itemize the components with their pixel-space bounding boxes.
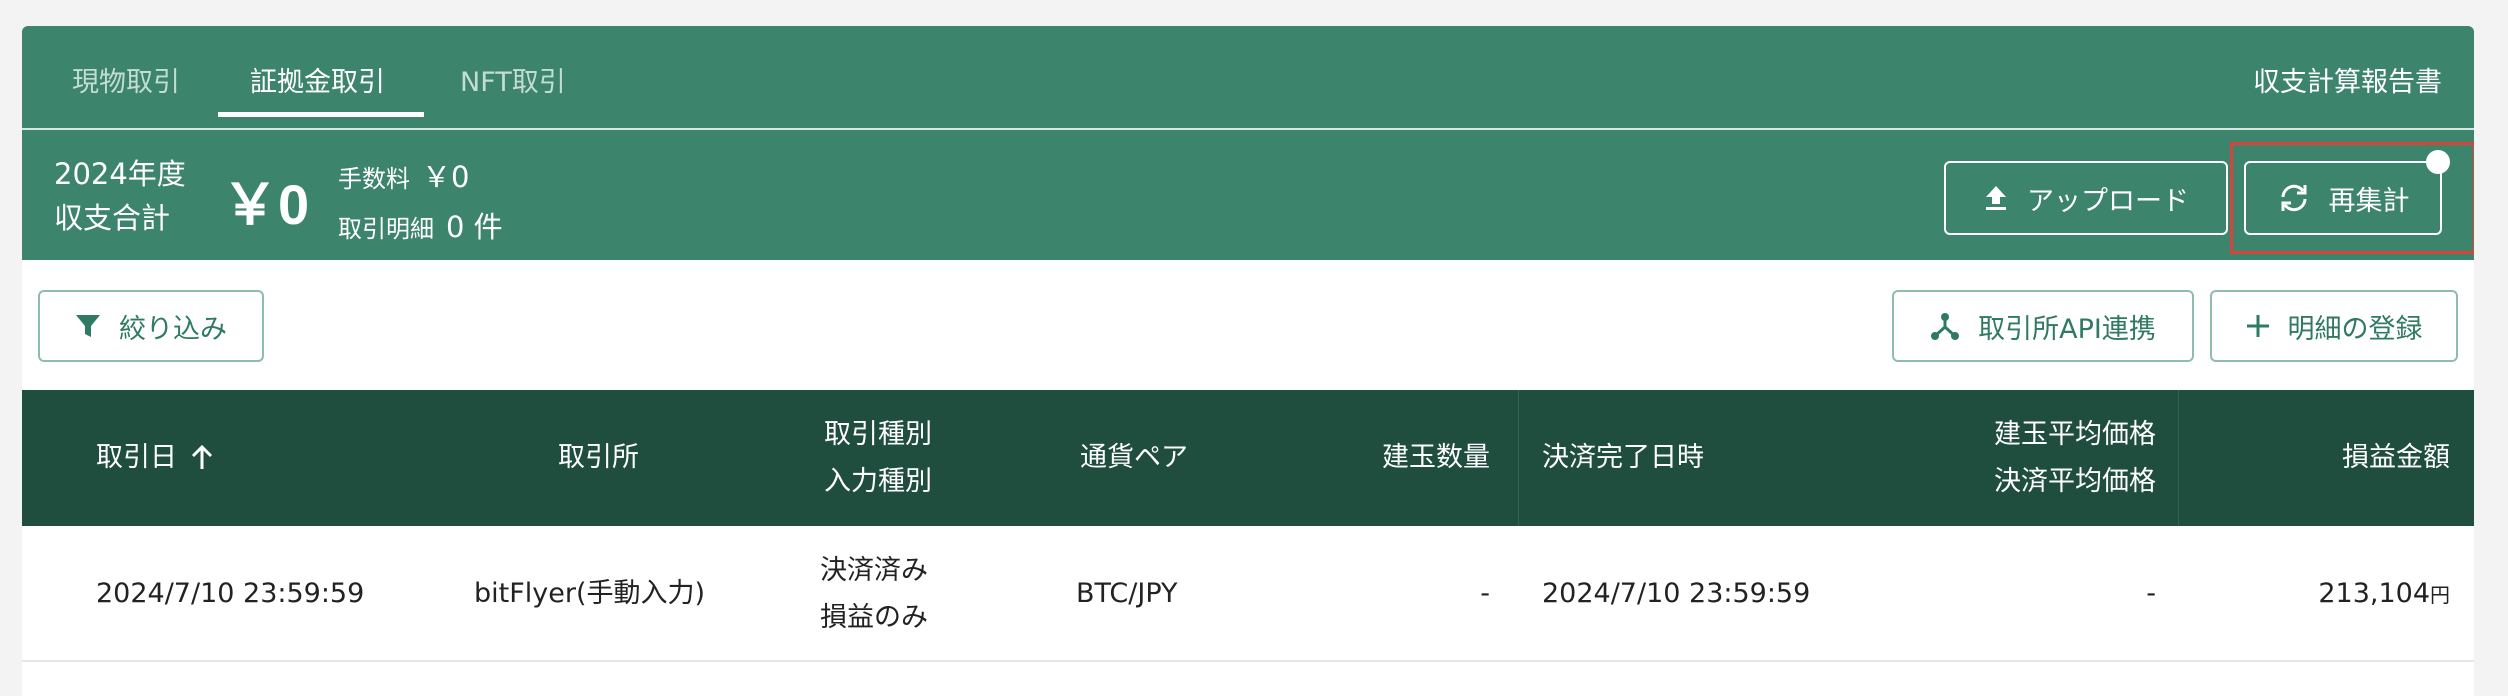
pnl-unit: 円 (2430, 583, 2450, 607)
column-header-price: 建玉平均価格 決済平均価格 (1994, 411, 2156, 505)
plus-icon (2246, 314, 2270, 338)
column-header-pair: 通貨ペア (1080, 442, 1188, 473)
column-avg-settle-price-label: 決済平均価格 (1994, 466, 2156, 497)
active-tab-indicator (218, 112, 424, 117)
fee-label: 手数料 (338, 165, 410, 193)
filter-button[interactable]: 絞り込み (38, 290, 264, 362)
column-header-pnl: 損益金額 (2342, 442, 2450, 473)
year-label: 2024年度 (54, 157, 186, 191)
column-type-label: 取引種別 (824, 419, 932, 450)
cell-type: 決済済み 損益のみ (820, 547, 928, 641)
count-summary: 取引明細 0 件 (338, 204, 503, 246)
column-header-settled: 決済完了日時 (1542, 442, 1704, 473)
column-avg-open-price-label: 建玉平均価格 (1994, 419, 2156, 450)
exchange-api-button[interactable]: 取引所API連携 (1892, 290, 2194, 362)
filter-icon (75, 312, 101, 340)
summary-header: 現物取引 証拠金取引 NFT取引 収支計算報告書 2024年度 収支合計 ￥0 … (22, 26, 2474, 260)
total-amount: ￥0 (222, 173, 310, 236)
count-value: 0 件 (446, 210, 503, 244)
column-header-quantity: 建玉数量 (1382, 442, 1490, 473)
tab-nft[interactable]: NFT取引 (460, 60, 566, 99)
column-header-date[interactable]: 取引日 (96, 434, 213, 481)
column-header-exchange: 取引所 (558, 442, 639, 473)
tab-margin[interactable]: 証拠金取引 (250, 60, 385, 99)
cell-settled: 2024/7/10 23:59:59 (1542, 578, 1811, 609)
total-label: 収支合計 (54, 201, 171, 235)
tab-spot[interactable]: 現物取引 (72, 60, 180, 99)
cell-price: - (2146, 578, 2156, 609)
main-panel: 現物取引 証拠金取引 NFT取引 収支計算報告書 2024年度 収支合計 ￥0 … (22, 26, 2474, 696)
cell-quantity: - (1480, 578, 1490, 609)
upload-icon (1983, 184, 2009, 212)
upload-label: アップロード (2027, 185, 2189, 217)
cell-exchange: bitFlyer(手動入力) (474, 578, 706, 609)
column-divider (2178, 390, 2179, 526)
register-detail-button[interactable]: 明細の登録 (2210, 290, 2458, 362)
table-header: 取引日 取引所 取引種別 入力種別 通貨ペア 建玉数量 決済完了日時 建玉平均価… (22, 390, 2474, 526)
arrow-up-icon (191, 444, 213, 471)
report-link[interactable]: 収支計算報告書 (2253, 60, 2442, 99)
upload-button[interactable]: アップロード (1944, 161, 2228, 235)
fee-summary: 手数料 ￥0 (338, 154, 469, 196)
tab-bar: 現物取引 証拠金取引 NFT取引 収支計算報告書 (22, 26, 2474, 130)
notification-dot (2426, 150, 2450, 174)
year-total-label: 2024年度 収支合計 (54, 152, 186, 240)
exchange-api-label: 取引所API連携 (1978, 313, 2156, 345)
column-date-label: 取引日 (96, 442, 177, 473)
count-label: 取引明細 (338, 215, 434, 243)
column-divider (1518, 390, 1519, 526)
column-input-type-label: 入力種別 (824, 466, 932, 497)
column-header-type: 取引種別 入力種別 (824, 411, 932, 505)
filter-label: 絞り込み (119, 313, 227, 345)
cell-pnl: 213,104円 (2318, 570, 2450, 619)
cell-type-status: 決済済み (820, 555, 928, 586)
fee-value: ￥0 (422, 160, 470, 194)
cell-input-type: 損益のみ (820, 602, 928, 633)
cell-date: 2024/7/10 23:59:59 (96, 578, 365, 609)
cell-pair: BTC/JPY (1076, 578, 1178, 609)
pnl-value: 213,104 (2318, 578, 2430, 609)
table-row[interactable]: 2024/7/10 23:59:59 bitFlyer(手動入力) 決済済み 損… (22, 526, 2474, 662)
network-icon (1930, 311, 1960, 341)
register-detail-label: 明細の登録 (2287, 313, 2423, 345)
